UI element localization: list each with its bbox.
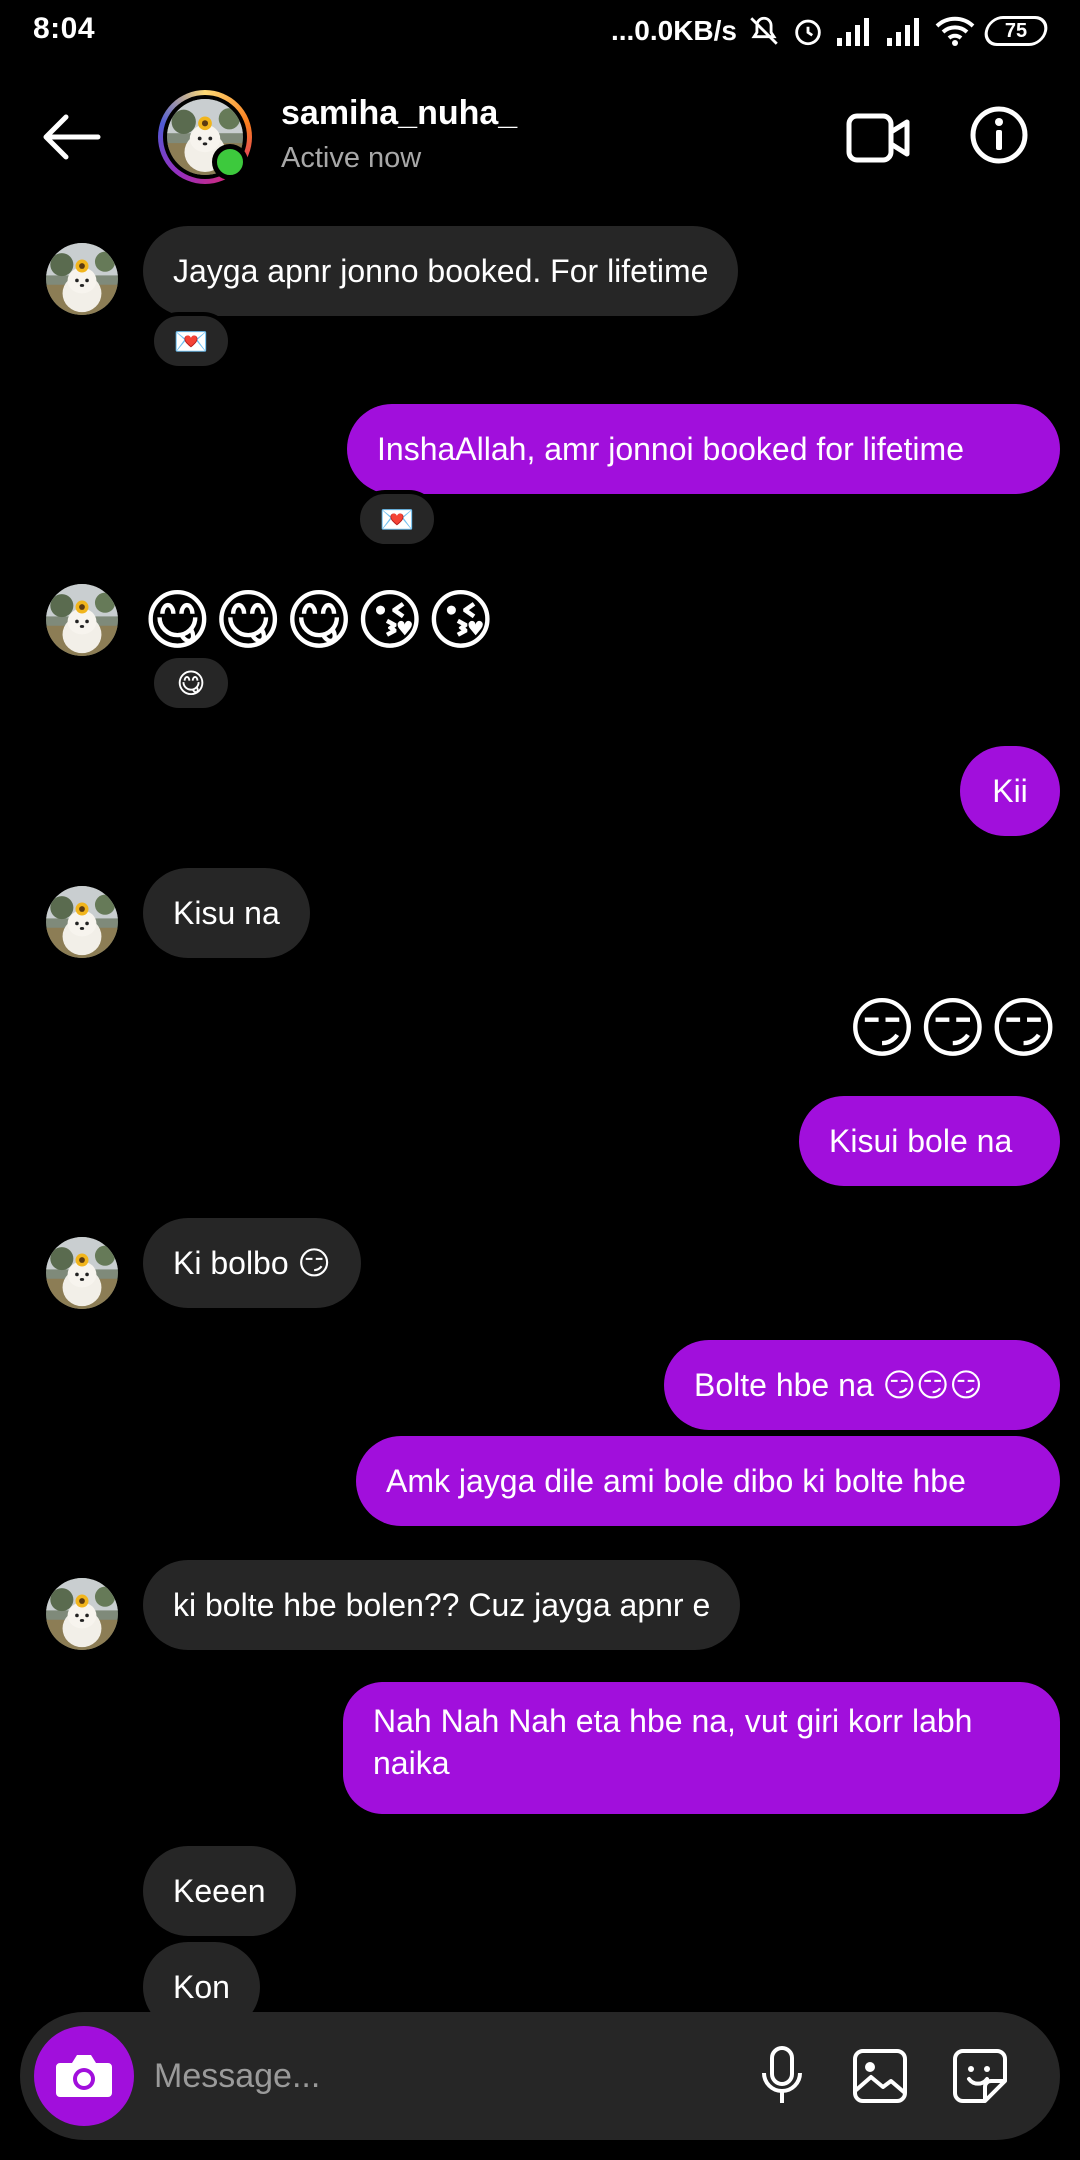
active-status: Active now bbox=[281, 142, 422, 174]
voice-message-button[interactable] bbox=[748, 2042, 816, 2110]
signal-icon bbox=[835, 16, 875, 46]
message-bubble-outgoing[interactable]: Amk jayga dile ami bole dibo ki bolte hb… bbox=[356, 1436, 1060, 1526]
message-reaction[interactable]: 😋 bbox=[150, 654, 232, 712]
camera-button[interactable] bbox=[34, 2026, 134, 2126]
wifi-icon bbox=[935, 16, 975, 46]
message-reaction[interactable]: 💌 bbox=[150, 312, 232, 370]
video-call-icon bbox=[846, 113, 910, 163]
sender-avatar[interactable] bbox=[46, 886, 118, 958]
back-arrow-icon bbox=[43, 114, 101, 160]
info-button[interactable] bbox=[966, 102, 1032, 168]
message-bubble-outgoing[interactable]: Bolte hbe na 😏😏😏 bbox=[664, 1340, 1060, 1430]
gallery-icon bbox=[853, 2049, 907, 2103]
sender-avatar[interactable] bbox=[46, 243, 118, 315]
info-icon bbox=[970, 106, 1028, 164]
message-bubble-incoming[interactable]: Ki bolbo 😏 bbox=[143, 1218, 361, 1308]
status-bar: 8:04 ...0.0KB/s 75 bbox=[0, 0, 1080, 62]
message-reaction[interactable]: 💌 bbox=[356, 490, 438, 548]
message-bubble-incoming[interactable]: Keeen bbox=[143, 1846, 296, 1936]
sender-avatar[interactable] bbox=[46, 1237, 118, 1309]
message-composer bbox=[20, 2012, 1060, 2140]
back-button[interactable] bbox=[32, 107, 112, 167]
online-indicator bbox=[212, 144, 248, 180]
message-bubble-outgoing[interactable]: Kisui bole na bbox=[799, 1096, 1060, 1186]
battery-level: 75 bbox=[1004, 19, 1028, 42]
sender-avatar[interactable] bbox=[46, 1578, 118, 1650]
microphone-icon bbox=[762, 2046, 802, 2103]
network-speed: ...0.0KB/s bbox=[610, 15, 737, 46]
chat-header: samiha_nuha_ Active now bbox=[0, 62, 1080, 212]
chat-username[interactable]: samiha_nuha_ bbox=[281, 94, 517, 133]
message-bubble-incoming[interactable]: Jayga apnr jonno booked. For lifetime bbox=[143, 226, 739, 316]
sticker-icon bbox=[953, 2049, 1007, 2103]
status-time: 8:04 bbox=[33, 12, 96, 45]
sender-avatar[interactable] bbox=[46, 584, 118, 656]
signal-icon bbox=[885, 16, 925, 46]
message-bubble-outgoing[interactable]: Kii bbox=[960, 746, 1060, 836]
mute-icon bbox=[747, 14, 781, 48]
message-bubble-incoming[interactable]: Kisu na bbox=[143, 868, 310, 958]
emoji-message-incoming[interactable]: 😋😋😋😘😘 bbox=[143, 580, 497, 660]
battery-icon: 75 bbox=[981, 16, 1051, 46]
sticker-button[interactable] bbox=[946, 2042, 1014, 2110]
camera-icon bbox=[56, 2055, 112, 2097]
alarm-icon bbox=[791, 14, 825, 48]
video-call-button[interactable] bbox=[846, 108, 912, 168]
message-bubble-outgoing[interactable]: Nah Nah Nah eta hbe na, vut giri korr la… bbox=[343, 1682, 1060, 1814]
gallery-button[interactable] bbox=[846, 2042, 914, 2110]
message-bubble-outgoing[interactable]: InshaAllah, amr jonnoi booked for lifeti… bbox=[347, 404, 1060, 494]
message-bubble-incoming[interactable]: ki bolte hbe bolen?? Cuz jayga apnr e bbox=[143, 1560, 741, 1650]
status-icons: ...0.0KB/s 75 bbox=[610, 10, 1051, 52]
emoji-message-outgoing[interactable]: 😏😏😏 bbox=[848, 988, 1060, 1068]
message-input[interactable] bbox=[152, 2036, 732, 2116]
